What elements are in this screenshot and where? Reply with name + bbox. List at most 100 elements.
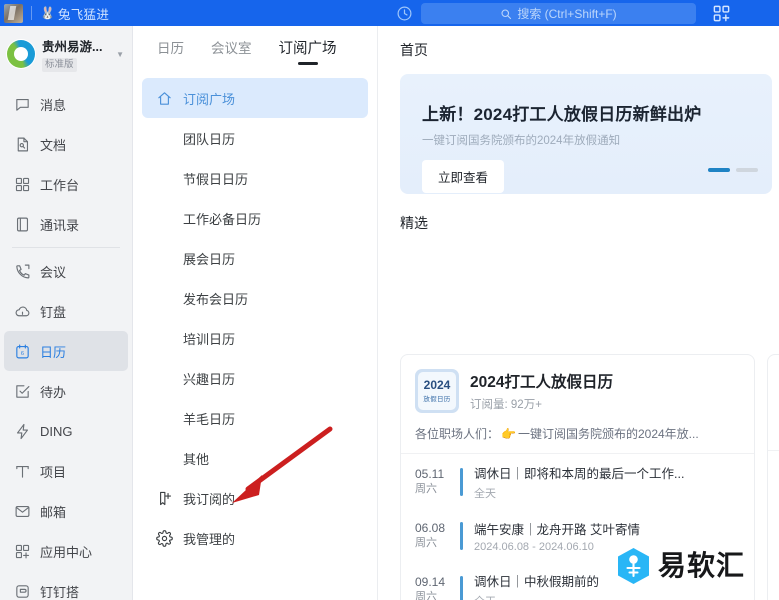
banner-title: 上新！2024打工人放假日历新鲜出炉	[422, 105, 702, 124]
subnav-item-11[interactable]: 我管理的	[142, 518, 368, 558]
subnav-item-label: 工作必备日历	[183, 211, 262, 227]
sidebar-item-label: DING	[40, 423, 73, 439]
org-edition-badge: 标准版	[42, 58, 77, 72]
subscribe-label: 订阅量:	[470, 399, 508, 411]
card-header: 2024 放假日历 2024打工人放假日历 订阅量: 92万+	[415, 369, 740, 413]
event-time: 全天	[474, 593, 599, 600]
contacts-icon	[14, 216, 31, 233]
bookmark-add-icon	[156, 490, 173, 507]
card-subscribe-count: 订阅量: 92万+	[470, 396, 613, 412]
sidebar-item-calendar[interactable]: 6 日历	[4, 331, 128, 371]
sidebar-item-label: 待办	[40, 384, 67, 400]
sidebar-item-ding-bolt[interactable]: DING	[4, 411, 128, 451]
subnav-item-1[interactable]: 团队日历	[142, 118, 368, 158]
featured-card[interactable]: 0周0周0周	[767, 354, 779, 600]
card-title: 2024打工人放假日历	[470, 374, 613, 391]
promo-banner[interactable]: 上新！2024打工人放假日历新鲜出炉 一键订阅国务院颁布的2024年放假通知 立…	[400, 74, 772, 194]
apps-grid-add-icon[interactable]	[712, 4, 731, 23]
subnav-item-7[interactable]: 兴趣日历	[142, 358, 368, 398]
sidebar-item-cloud-drive[interactable]: 钉盘	[4, 291, 128, 331]
sidebar-item-project[interactable]: 项目	[4, 451, 128, 491]
subnav-item-10[interactable]: 我订阅的	[142, 478, 368, 518]
pagination-dot-active[interactable]	[708, 168, 730, 172]
calendar-thumbnail-icon: 2024 放假日历	[415, 369, 459, 413]
chevron-down-icon[interactable]: ▼	[116, 50, 124, 59]
sidebar-item-message[interactable]: 消息	[4, 84, 128, 124]
subnav-item-8[interactable]: 羊毛日历	[142, 398, 368, 438]
user-nickname[interactable]: 兔飞猛进	[58, 4, 109, 23]
sidebar-item-meeting-phone[interactable]: 会议	[4, 251, 128, 291]
sidebar-item-label: 文档	[40, 137, 67, 153]
event-date: 09.14 周六	[415, 575, 457, 600]
app-center-icon	[14, 543, 31, 560]
banner-subtitle: 一键订阅国务院颁布的2024年放假通知	[422, 135, 621, 147]
subnav-item-label: 我管理的	[183, 531, 236, 547]
event-date: 05.11 周六	[415, 467, 457, 496]
desc-prefix: 各位职场人们：	[415, 427, 500, 441]
workbench-grid-icon	[14, 176, 31, 193]
subnav-item-label: 团队日历	[183, 131, 236, 147]
event-color-bar	[460, 468, 463, 496]
tab-label: 会议室	[211, 41, 252, 56]
pointing-hand-icon: 👉	[501, 427, 516, 441]
event-weekday: 周六	[415, 591, 437, 600]
sidebar-item-document[interactable]: 文档	[4, 124, 128, 164]
sidebar-item-workbench-grid[interactable]: 工作台	[4, 164, 128, 204]
subnav-item-label: 订阅广场	[183, 91, 236, 107]
subnav-item-0[interactable]: 订阅广场	[142, 78, 368, 118]
section-title-featured: 精选	[400, 215, 428, 231]
tab-0[interactable]: 日历	[157, 26, 184, 68]
subscribe-value: 92万+	[510, 399, 542, 411]
event-date: 06.08 周六	[415, 521, 457, 550]
tab-2[interactable]: 订阅广场	[279, 26, 337, 68]
org-name: 贵州易游...	[42, 40, 103, 55]
watermark: 易软汇	[616, 547, 745, 585]
view-now-button[interactable]: 立即查看	[422, 160, 505, 193]
rail-nav-list: 消息文档工作台通讯录会议钉盘6日历待办DING项目邮箱应用中心钉钉搭收藏	[0, 82, 132, 600]
sidebar-item-label: 钉盘	[40, 304, 67, 320]
main-content: 首页 上新！2024打工人放假日历新鲜出炉 一键订阅国务院颁布的2024年放假通…	[378, 26, 779, 600]
thumb-year: 2024	[423, 377, 451, 392]
event-row[interactable]: 05.11 周六 调休日｜即将和本周的最后一个工作... 全天	[415, 454, 740, 510]
middle-column: 日历 会议室 订阅广场 订阅广场 团队日历 节假日日历 工作必备日历 展会日历 发布会日历 培训…	[133, 26, 378, 600]
rail-divider	[12, 247, 120, 248]
history-clock-icon[interactable]	[396, 5, 413, 22]
event-date-value: 05.11	[415, 467, 445, 482]
subnav-item-label: 其他	[183, 451, 210, 467]
left-rail: 贵州易游... 标准版 ▼ 消息文档工作台 通讯录会议钉盘 6 日历待办 DING 项目邮…	[0, 26, 133, 600]
search-placeholder: 搜索 (Ctrl+Shift+F)	[517, 7, 617, 21]
subnav-item-5[interactable]: 发布会日历	[142, 278, 368, 318]
tab-label: 订阅广场	[278, 40, 337, 57]
sidebar-item-label: 钉钉搭	[40, 584, 80, 600]
tab-1[interactable]: 会议室	[211, 26, 252, 68]
search-input[interactable]: 搜索 (Ctrl+Shift+F)	[421, 3, 696, 24]
calendar-icon: 6	[14, 343, 31, 360]
banner-pagination[interactable]	[708, 168, 758, 172]
user-avatar[interactable]	[4, 3, 23, 23]
search-icon	[501, 8, 512, 19]
sidebar-item-todo-check[interactable]: 待办	[4, 371, 128, 411]
home-icon	[156, 90, 173, 107]
subnav-item-2[interactable]: 节假日日历	[142, 158, 368, 198]
sidebar-item-label: 会议	[40, 264, 67, 280]
pagination-dot[interactable]	[736, 168, 758, 172]
subnav-item-6[interactable]: 培训日历	[142, 318, 368, 358]
event-name: 调休日｜中秋假期前的	[474, 575, 600, 589]
top-bar: 🐰 兔飞猛进 搜索 (Ctrl+Shift+F)	[0, 0, 779, 26]
sidebar-item-app-center[interactable]: 应用中心	[4, 531, 128, 571]
document-icon	[14, 136, 31, 153]
event-color-bar	[460, 522, 463, 550]
subnav-item-3[interactable]: 工作必备日历	[142, 198, 368, 238]
mail-icon	[14, 503, 31, 520]
sidebar-item-mail[interactable]: 邮箱	[4, 491, 128, 531]
org-switcher[interactable]: 贵州易游... 标准版 ▼	[0, 26, 132, 82]
subnav-item-4[interactable]: 展会日历	[142, 238, 368, 278]
rabbit-emoji-icon: 🐰	[40, 6, 55, 20]
event-name: 端午安康｜龙舟开路 艾叶寄情	[474, 523, 640, 537]
cloud-drive-icon	[14, 303, 31, 320]
org-logo	[6, 39, 36, 69]
sidebar-item-dingtalk-build[interactable]: 钉钉搭	[4, 571, 128, 600]
subnav-item-9[interactable]: 其他	[142, 438, 368, 478]
subnav-item-label: 展会日历	[183, 251, 236, 267]
sidebar-item-contacts[interactable]: 通讯录	[4, 204, 128, 244]
